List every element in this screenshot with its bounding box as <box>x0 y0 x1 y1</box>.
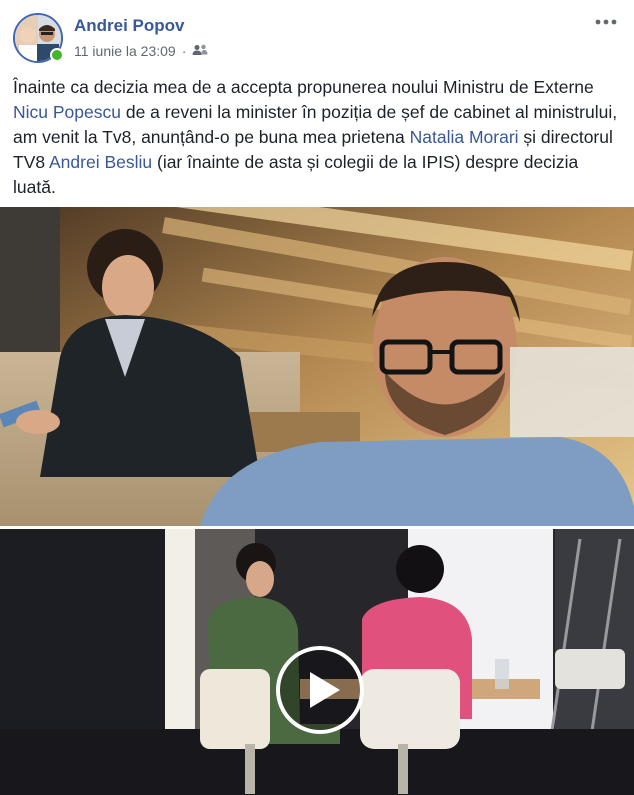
author-name[interactable]: Andrei Popov <box>74 16 185 36</box>
post-timestamp[interactable]: 11 iunie la 23:09 <box>74 43 176 59</box>
profile-avatar[interactable] <box>13 13 64 63</box>
mention-link[interactable]: Nicu Popescu <box>13 102 121 122</box>
play-button[interactable] <box>276 646 364 734</box>
mention-link[interactable]: Andrei Besliu <box>49 152 152 172</box>
post-header: Andrei Popov 11 iunie la 23:09 · <box>0 0 634 72</box>
post-body-text: Înainte ca decizia mea de a accepta prop… <box>13 75 625 200</box>
friends-icon[interactable] <box>192 43 208 59</box>
text-segment: Înainte ca decizia mea de a accepta prop… <box>13 77 594 97</box>
mention-link[interactable]: Natalia Morari <box>410 127 519 147</box>
meta-separator: · <box>181 43 187 59</box>
post-media <box>0 207 634 795</box>
selfie-photo[interactable] <box>0 207 634 526</box>
play-icon <box>310 672 340 708</box>
online-status-indicator <box>50 48 64 62</box>
more-options-icon[interactable] <box>594 14 618 30</box>
studio-video[interactable] <box>0 529 634 795</box>
post-meta: 11 iunie la 23:09 · <box>74 43 208 59</box>
